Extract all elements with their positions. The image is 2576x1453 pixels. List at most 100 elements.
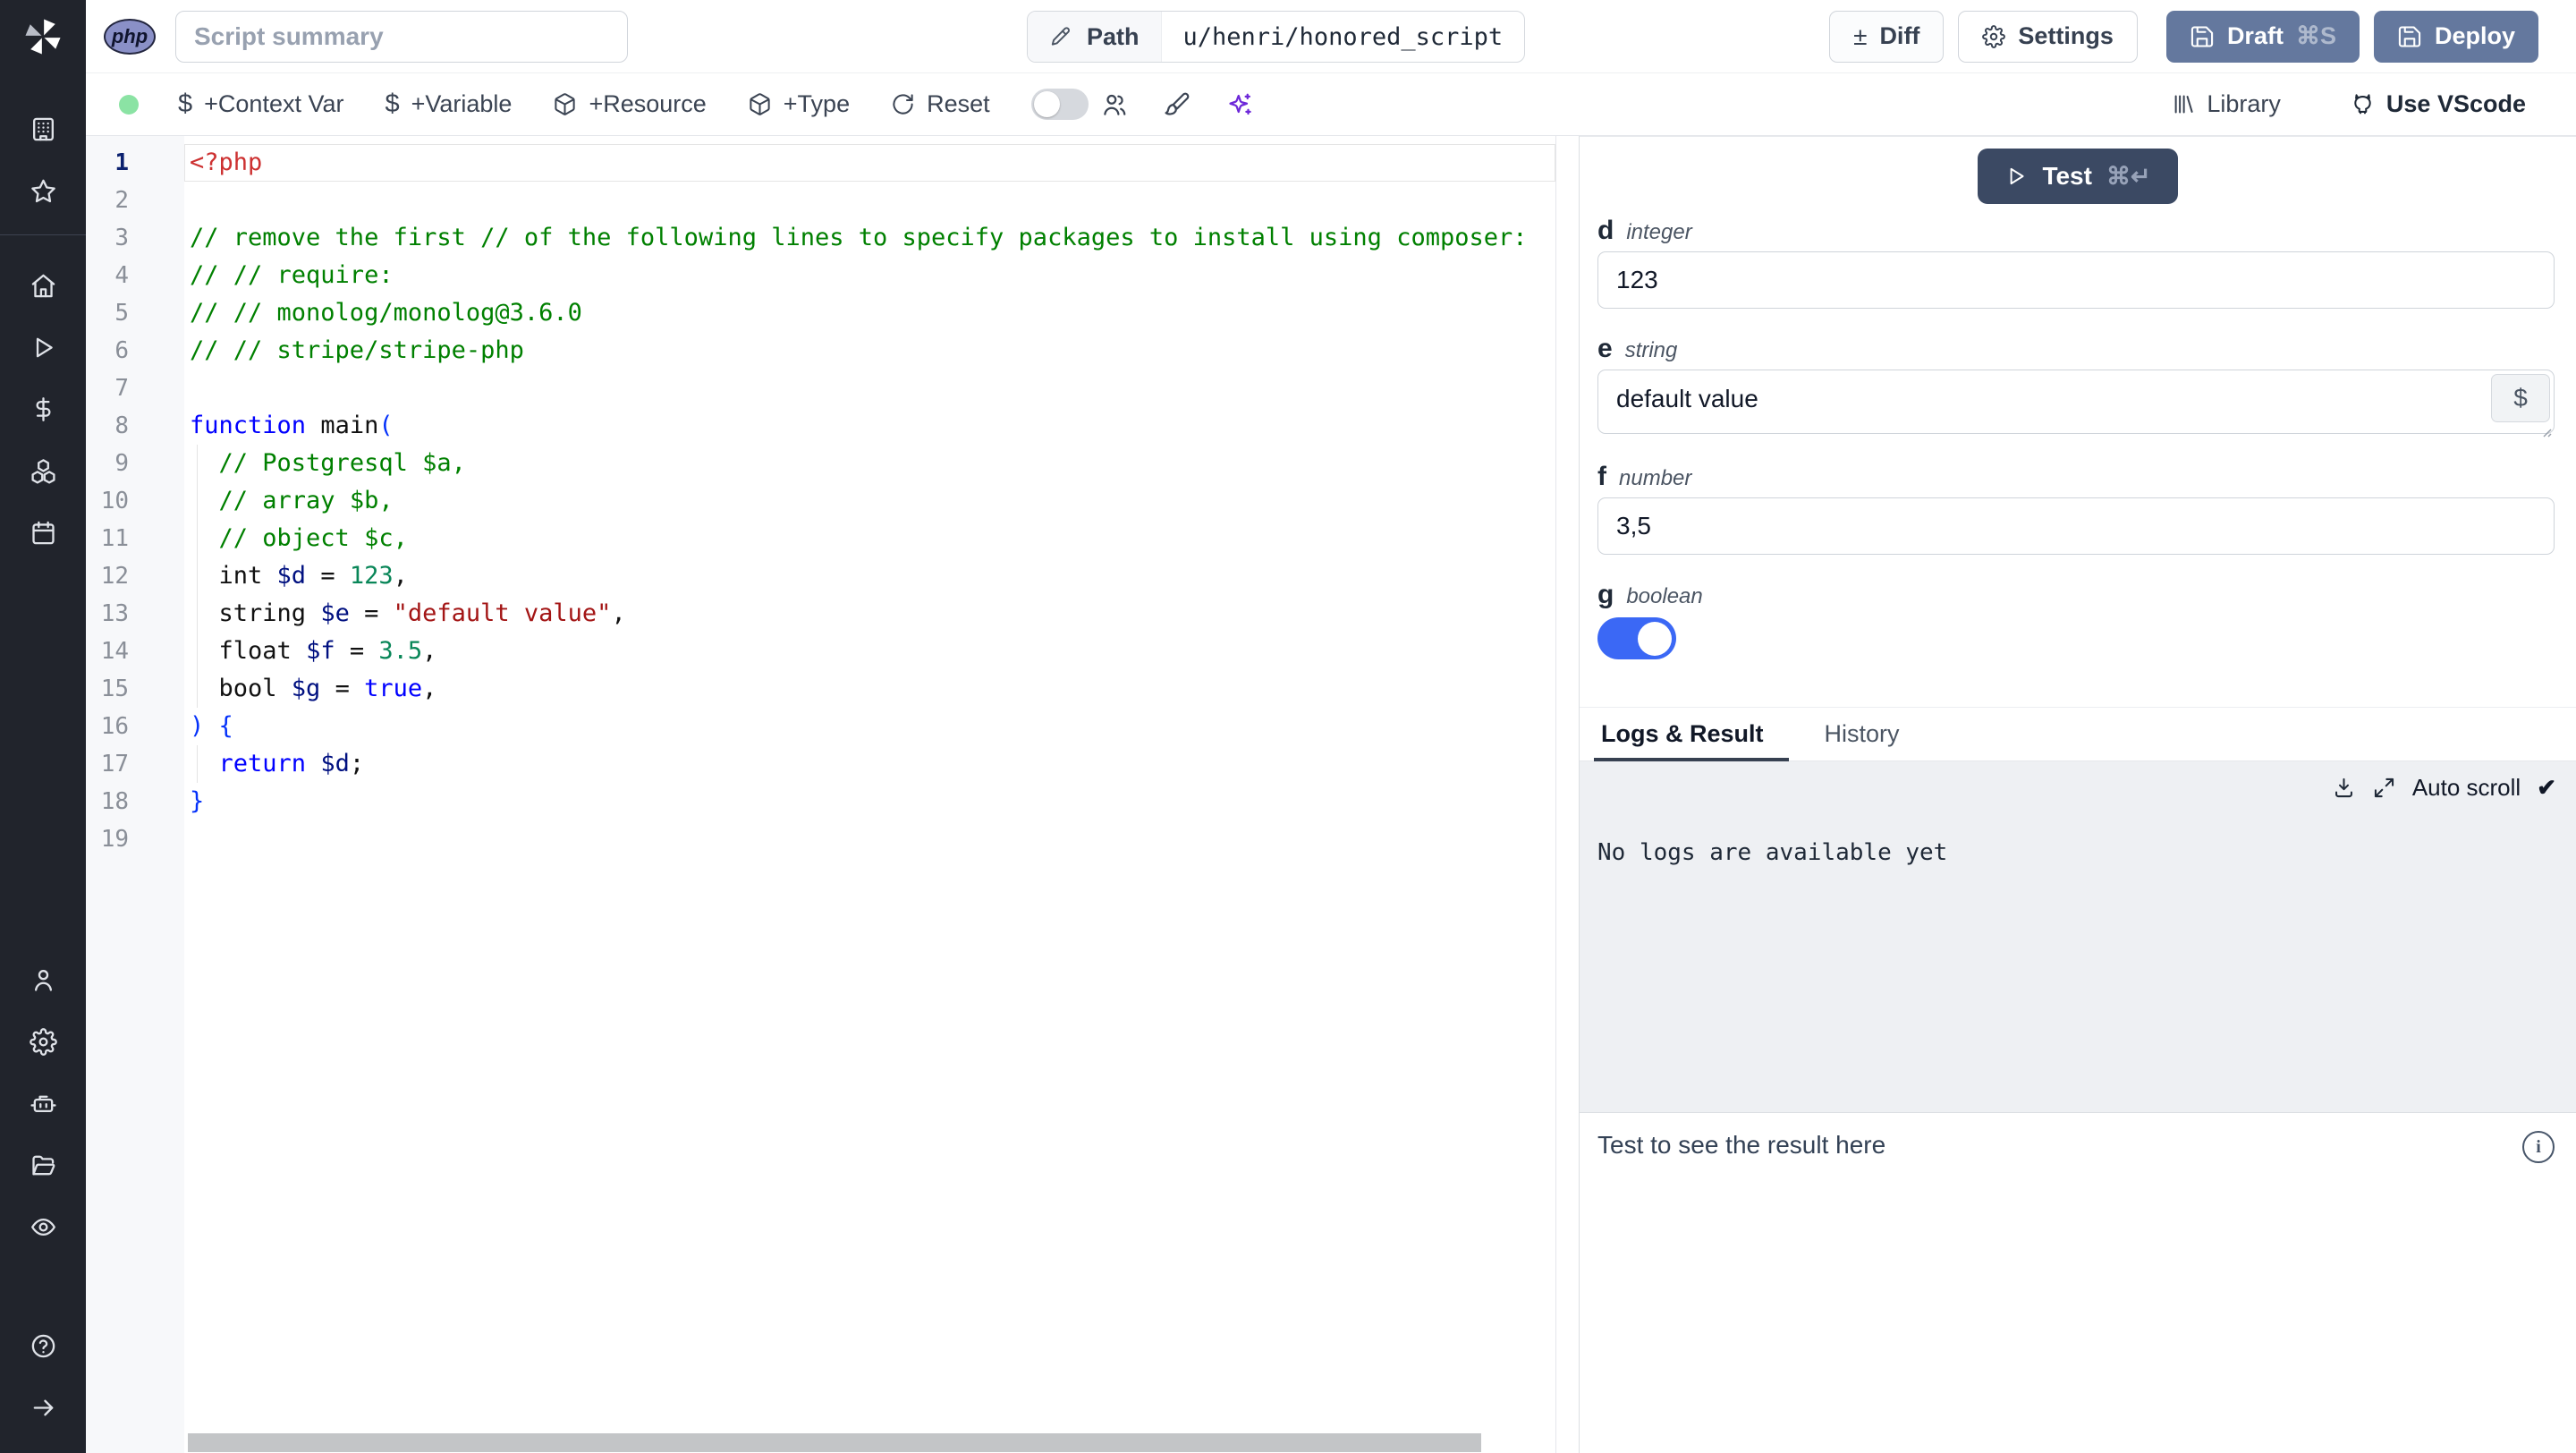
horizontal-scrollbar[interactable] <box>188 1433 1481 1452</box>
settings-button[interactable]: Settings <box>1958 10 2138 63</box>
field-g-label: g boolean <box>1597 580 1703 609</box>
line-numbers: 1 2 3 4 5 6 7 8 9 10 11 12 13 14 15 16 17 18 19 <box>86 136 184 1453</box>
field-e-label: e string <box>1597 334 1678 363</box>
top-header: php Path u/henri/honored_script ± Diff <box>86 0 2576 73</box>
users-icon[interactable] <box>1101 91 1128 118</box>
logs-box: Auto scroll ✔ No logs are available yet <box>1580 761 2576 1112</box>
app-root: php Path u/henri/honored_script ± Diff <box>0 0 2576 1453</box>
path-label: Path <box>1087 22 1140 50</box>
resize-handle-icon[interactable] <box>2538 424 2553 438</box>
sidebar-group-main <box>0 255 86 564</box>
code-lines[interactable]: <?php // remove the first // of the follo… <box>184 136 1555 1453</box>
code-line[interactable]: // Postgresql $a, <box>184 445 1555 482</box>
code-line[interactable]: // array $b, <box>184 482 1555 520</box>
code-line[interactable]: function main( <box>184 407 1555 445</box>
sidebar-item-settings[interactable] <box>0 1011 86 1073</box>
home-icon <box>31 274 55 298</box>
field-d-input[interactable] <box>1597 251 2555 309</box>
diff-mode-toggle[interactable] <box>1030 89 1089 120</box>
deploy-button[interactable]: Deploy <box>2373 10 2538 63</box>
package-icon <box>555 93 576 115</box>
path-value[interactable]: u/henri/honored_script <box>1160 12 1525 62</box>
refresh-icon <box>893 94 913 115</box>
diff-button[interactable]: ± Diff <box>1829 10 1945 63</box>
dollar-icon: $ <box>178 89 193 118</box>
sidebar-item-folders[interactable] <box>0 1134 86 1196</box>
info-icon[interactable]: i <box>2522 1131 2555 1163</box>
code-line[interactable]: // // stripe/stripe-php <box>184 332 1555 370</box>
result-placeholder: Test to see the result here <box>1597 1131 1886 1159</box>
resources-icon <box>30 459 55 484</box>
code-line[interactable]: // // require: <box>184 257 1555 294</box>
sidebar-divider <box>0 234 86 235</box>
code-line[interactable]: <?php <box>184 144 1555 182</box>
download-icon[interactable] <box>2332 776 2356 800</box>
code-line[interactable]: ) { <box>184 708 1555 745</box>
path-control[interactable]: Path u/henri/honored_script <box>1027 11 1526 63</box>
code-line[interactable]: int $d = 123, <box>184 557 1555 595</box>
format-brush-icon[interactable] <box>1164 91 1191 118</box>
expand-sidebar-icon <box>33 1399 53 1416</box>
code-editor[interactable]: 1 2 3 4 5 6 7 8 9 10 11 12 13 14 15 16 17 18 19 <?php // re… <box>86 136 1556 1453</box>
panel-splitter[interactable] <box>1556 136 1580 1453</box>
expand-icon[interactable] <box>2372 776 2396 800</box>
sidebar-item-help[interactable] <box>0 1315 86 1377</box>
check-icon[interactable]: ✔ <box>2537 774 2556 802</box>
sidebar-item-variables[interactable] <box>0 378 86 440</box>
code-line[interactable]: // object $c, <box>184 520 1555 557</box>
code-line[interactable]: string $e = "default value", <box>184 595 1555 633</box>
sidebar-item-audit-logs[interactable] <box>0 1196 86 1258</box>
library-button[interactable]: Library <box>2171 90 2281 118</box>
code-line[interactable]: // // monolog/monolog@3.6.0 <box>184 294 1555 332</box>
sidebar-item-schedules[interactable] <box>0 502 86 564</box>
sidebar-item-resources[interactable] <box>0 440 86 502</box>
tab-history[interactable]: History <box>1821 720 1903 760</box>
sidebar-item-account[interactable] <box>0 949 86 1011</box>
editor-toolbar: $ +Context Var $ +Variable +Resource +Ty… <box>86 73 2576 136</box>
code-line[interactable]: bool $g = true, <box>184 670 1555 708</box>
code-line[interactable]: } <box>184 783 1555 820</box>
sidebar <box>0 0 86 1453</box>
test-button[interactable]: Test ⌘↵ <box>1978 149 2178 204</box>
sidebar-item-home[interactable] <box>0 255 86 317</box>
variable-picker-button[interactable]: $ <box>2491 374 2550 422</box>
code-line[interactable] <box>184 182 1555 219</box>
sidebar-item-expand-sidebar[interactable] <box>0 1377 86 1439</box>
use-vscode-button[interactable]: Use VScode <box>2351 90 2526 118</box>
ai-sparkles-icon[interactable] <box>1226 91 1253 118</box>
cat-icon <box>2354 94 2371 115</box>
code-line[interactable] <box>184 370 1555 407</box>
save-icon <box>2190 25 2214 47</box>
variables-icon <box>36 397 50 421</box>
sidebar-group-footer <box>0 1315 86 1439</box>
sidebar-item-workspace[interactable] <box>0 98 86 160</box>
windmill-logo[interactable] <box>0 0 86 73</box>
save-icon <box>2398 25 2421 47</box>
sidebar-item-runs[interactable] <box>0 317 86 378</box>
field-f-input[interactable] <box>1597 497 2555 555</box>
reset-button[interactable]: Reset <box>891 90 990 118</box>
sidebar-item-favorites[interactable] <box>0 160 86 222</box>
package-icon <box>750 93 770 115</box>
code-line[interactable]: float $f = 3.5, <box>184 633 1555 670</box>
tab-logs-result[interactable]: Logs & Result <box>1594 720 1788 761</box>
result-section: Test to see the result here i <box>1580 1112 2576 1453</box>
runs-icon <box>36 337 53 358</box>
field-f-label: f number <box>1597 462 1692 491</box>
code-line[interactable]: // remove the first // of the following … <box>184 219 1555 257</box>
code-line[interactable]: return $d; <box>184 745 1555 783</box>
field-e-textarea[interactable]: default value <box>1597 370 2555 434</box>
field-g-toggle[interactable] <box>1597 617 1676 659</box>
test-shortcut: ⌘↵ <box>2106 162 2151 190</box>
pencil-icon <box>1051 27 1070 46</box>
code-line[interactable] <box>184 820 1555 858</box>
no-logs-message: No logs are available yet <box>1597 839 1948 866</box>
help-icon <box>31 1334 55 1358</box>
sidebar-item-workers[interactable] <box>0 1073 86 1134</box>
add-resource-button[interactable]: +Resource <box>553 90 707 118</box>
script-summary-input[interactable] <box>175 10 628 63</box>
add-context-var-button[interactable]: $ +Context Var <box>178 89 343 119</box>
add-variable-button[interactable]: $ +Variable <box>385 89 512 119</box>
add-type-button[interactable]: +Type <box>748 90 850 118</box>
draft-button[interactable]: Draft ⌘S <box>2165 10 2360 63</box>
